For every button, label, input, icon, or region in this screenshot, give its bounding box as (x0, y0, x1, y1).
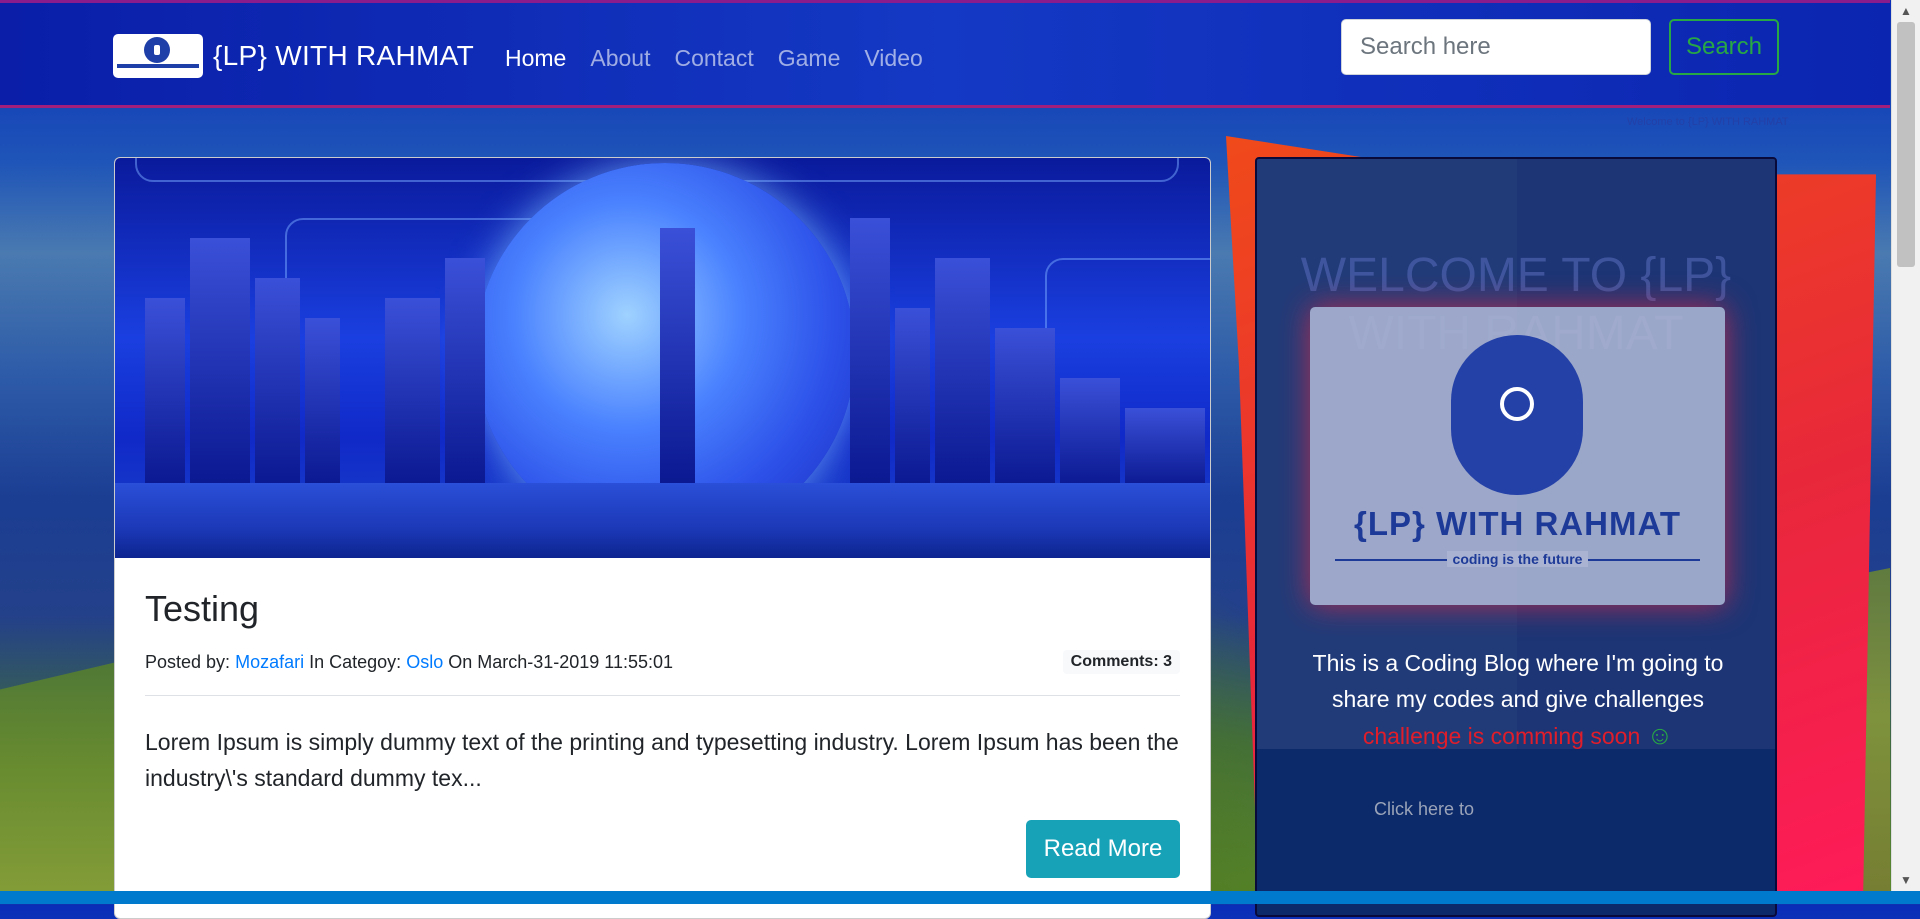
search-input[interactable] (1341, 19, 1651, 75)
welcome-marquee: Welcome to {LP} WITH RAHMAT (1627, 116, 1789, 128)
category-link[interactable]: Oslo (406, 652, 443, 672)
nav-about[interactable]: About (590, 45, 650, 72)
smile-icon: ☺ (1646, 720, 1674, 750)
sidebar-description: This is a Coding Blog where I'm going to… (1312, 650, 1724, 750)
brand[interactable]: {LP} WITH RAHMAT (113, 34, 474, 78)
read-more-button[interactable]: Read More (1026, 820, 1180, 878)
brand-name[interactable]: {LP} WITH RAHMAT (213, 40, 474, 72)
sidebar-logo: {LP} WITH RAHMAT coding is the future (1310, 307, 1725, 605)
sidebar: WELCOME TO {LP} WITH RAHMAT {LP} WITH RA… (1255, 157, 1777, 917)
logo-name: {LP} WITH RAHMAT (1353, 505, 1682, 542)
scroll-up-icon[interactable]: ▲ (1900, 4, 1912, 18)
post-meta: Posted by: Mozafari In Categoy: Oslo On … (145, 650, 1180, 674)
comments-badge: Comments: 3 (1062, 650, 1180, 674)
nav-home[interactable]: Home (505, 45, 566, 72)
scrollbar[interactable]: ▲ ▼ (1891, 0, 1920, 891)
nav-links: Home About Contact Game Video (505, 45, 923, 72)
click-here-link[interactable]: Click here to (1374, 799, 1474, 820)
post-excerpt: Lorem Ipsum is simply dummy text of the … (145, 729, 1179, 791)
post-title[interactable]: Testing (145, 588, 1180, 630)
search-button[interactable]: Search (1669, 19, 1779, 75)
status-bar (0, 891, 1920, 904)
nav-video[interactable]: Video (864, 45, 922, 72)
navbar: {LP} WITH RAHMAT Home About Contact Game… (0, 0, 1890, 108)
post-image (115, 158, 1210, 558)
scroll-down-icon[interactable]: ▼ (1900, 873, 1912, 887)
nav-contact[interactable]: Contact (674, 45, 753, 72)
challenge-text: challenge is comming soon (1362, 723, 1641, 749)
post-card: Testing Posted by: Mozafari In Categoy: … (114, 157, 1211, 919)
bulb-icon (144, 37, 170, 63)
logo-tagline: coding is the future (1335, 551, 1700, 577)
divider (145, 695, 1180, 696)
nav-game[interactable]: Game (778, 45, 841, 72)
author-link[interactable]: Mozafari (235, 652, 304, 672)
scroll-thumb[interactable] (1897, 22, 1915, 267)
brand-logo (113, 34, 203, 78)
